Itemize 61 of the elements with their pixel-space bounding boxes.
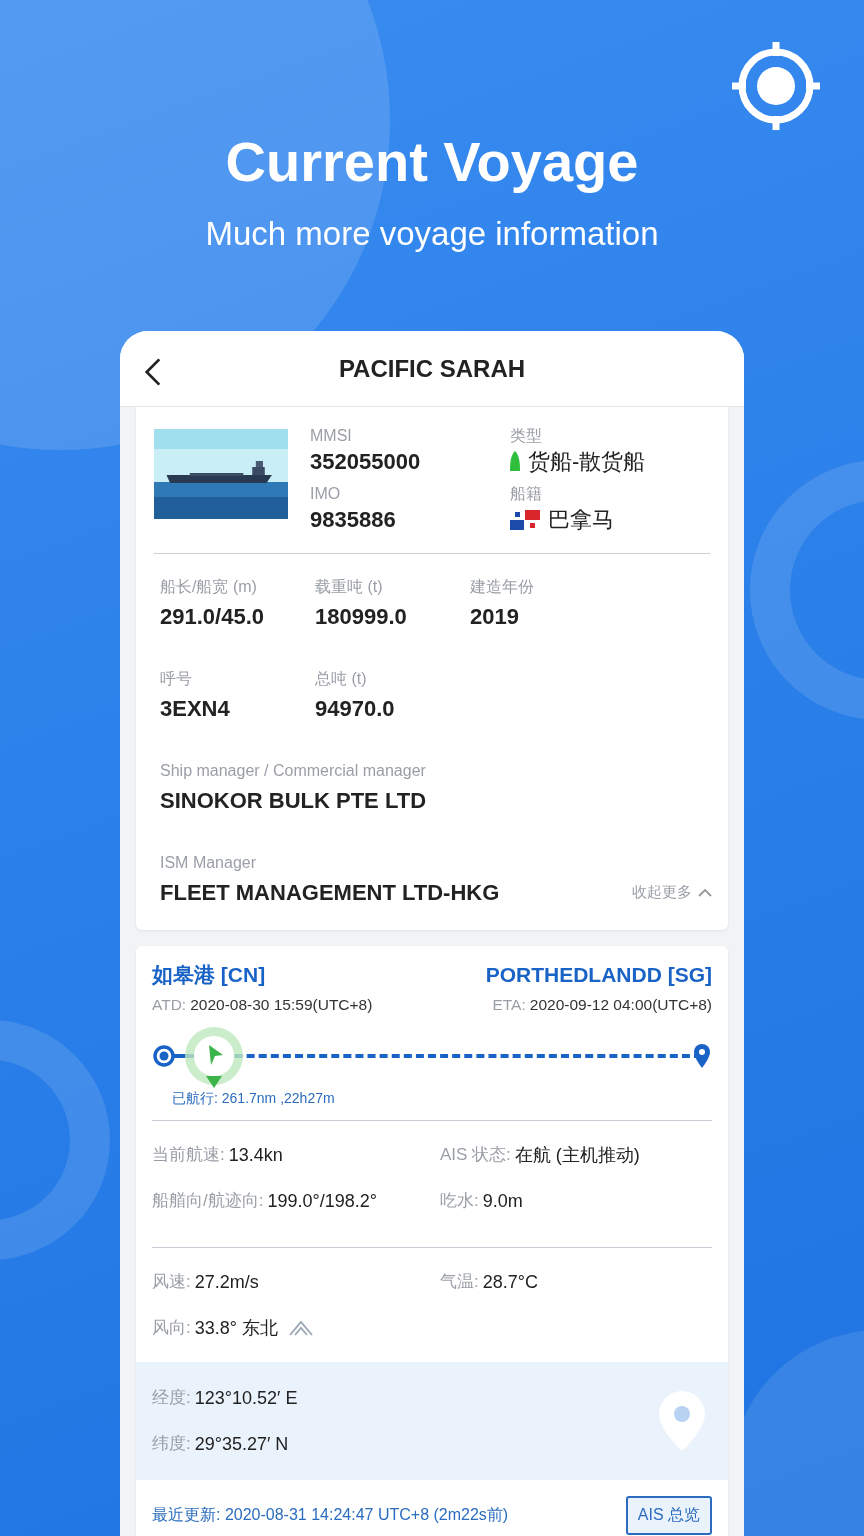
field-label: 船籍 — [510, 484, 543, 504]
field-label: 当前航速: — [152, 1144, 225, 1166]
wind-direction-icon — [287, 1319, 314, 1337]
field-label: Ship manager / Commercial manager — [160, 761, 426, 781]
field-value: 291.0/45.0 — [160, 603, 264, 631]
field-value: 352055000 — [310, 448, 421, 476]
field-value: 货船-散货船 — [528, 448, 646, 476]
field-value: 28.7°C — [482, 1271, 538, 1294]
field-value: 180999.0 — [315, 603, 407, 631]
field-value: 27.2m/s — [194, 1271, 259, 1294]
field-label: ATD: — [152, 996, 187, 1013]
chevron-icon — [698, 888, 712, 897]
field-value: FLEET MANAGEMENT LTD-HKG — [160, 879, 500, 907]
collapse-toggle[interactable]: 收起更多 — [632, 883, 712, 902]
sailed-distance: 已航行: 261.7nm ,22h27m — [172, 1090, 336, 1108]
field-label: AIS 状态: — [440, 1144, 511, 1166]
field-label: 总吨 (t) — [315, 669, 367, 689]
field-label: 船艏向/航迹向: — [152, 1190, 264, 1212]
field-label: 纬度: — [152, 1433, 191, 1455]
field-label: 风向: — [152, 1317, 191, 1339]
field-label: 风速: — [152, 1271, 191, 1293]
field-label: 船长/船宽 (m) — [160, 577, 257, 597]
field-label: IMO — [310, 484, 342, 504]
field-value: 2019 — [470, 603, 519, 631]
field-value: 9835886 — [310, 506, 396, 534]
back-icon[interactable] — [144, 357, 162, 387]
field-label: 气温: — [440, 1271, 479, 1293]
ais-overview-button[interactable]: AIS 总览 — [625, 1496, 712, 1535]
field-label: 经度: — [152, 1387, 191, 1409]
field-label: MMSI — [310, 426, 353, 446]
arrival-port: PORTHEDLANDD [SG] — [485, 962, 712, 988]
departure-time: 2020-08-30 15:59(UTC+8) — [190, 996, 373, 1013]
field-value: 33.8° 东北 — [194, 1317, 278, 1340]
field-label: 吃水: — [440, 1190, 479, 1212]
field-value: 3EXN4 — [160, 695, 230, 723]
field-label: 载重吨 (t) — [315, 577, 383, 597]
field-label: 类型 — [510, 426, 543, 446]
field-value: 199.0°/198.2° — [267, 1190, 377, 1213]
field-value: 巴拿马 — [548, 506, 614, 534]
last-update: 最近更新: 2020-08-31 14:24:47 UTC+8 (2m22s前) — [152, 1505, 509, 1525]
field-value: SINOKOR BULK PTE LTD — [160, 787, 427, 815]
field-value: 在航 (主机推动) — [514, 1144, 640, 1167]
origin-icon — [152, 1044, 176, 1068]
field-value: 13.4kn — [228, 1144, 283, 1167]
field-value: 9.0m — [482, 1190, 523, 1213]
page-subtitle: Much more voyage information — [205, 214, 659, 254]
field-label: 建造年份 — [470, 577, 534, 597]
field-label: ETA: — [492, 996, 526, 1013]
field-label: ISM Manager — [160, 853, 257, 873]
page-title: Current Voyage — [225, 130, 639, 194]
departure-port: 如皋港 [CN] — [152, 962, 266, 988]
arrival-time: 2020-09-12 04:00(UTC+8) — [529, 996, 712, 1013]
field-value: 123°10.52′ E — [194, 1387, 298, 1410]
field-value: 29°35.27′ N — [194, 1433, 289, 1456]
ship-position-icon — [184, 1026, 245, 1090]
ship-name: PACIFIC SARAH — [338, 354, 526, 383]
locate-icon[interactable] — [730, 40, 822, 132]
field-value: 94970.0 — [315, 695, 395, 723]
flag-icon — [510, 510, 540, 530]
field-label: 呼号 — [160, 669, 192, 689]
buoy-icon — [510, 451, 520, 473]
